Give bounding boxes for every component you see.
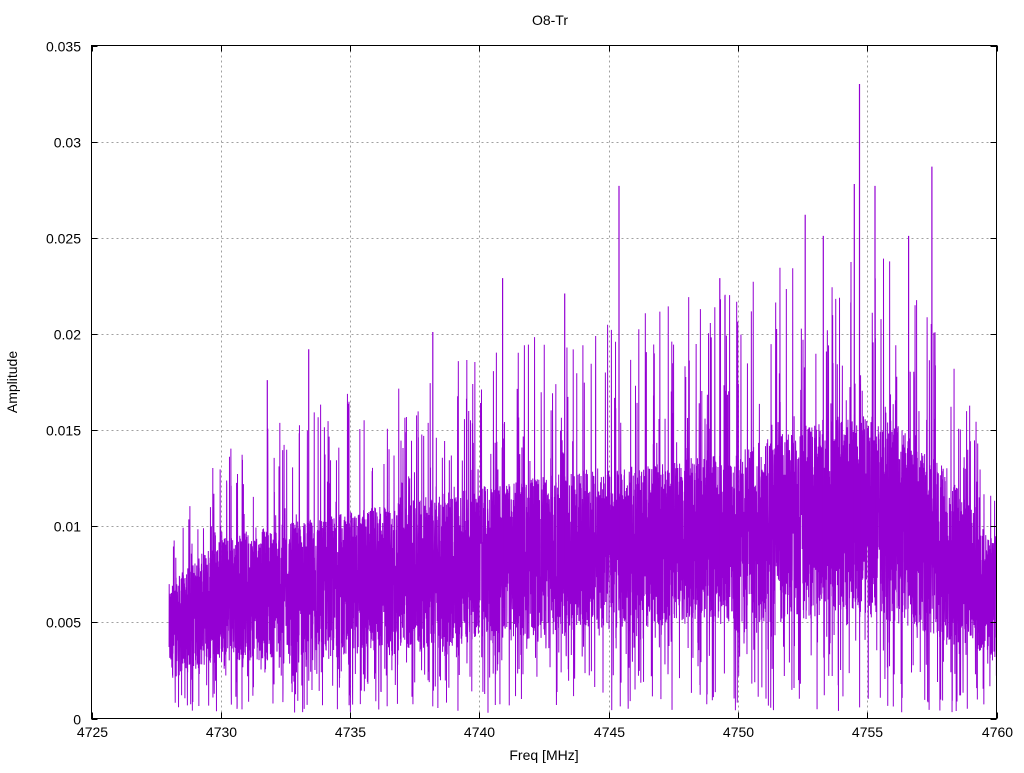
x-tick-label: 4755: [852, 724, 883, 740]
chart: O8-Tr 4725 4730 4735 4740 4745 4750 4755 4760 0 0…: [4, 12, 1013, 763]
x-tick-label: 4760: [982, 724, 1013, 740]
y-tick-label: 0.02: [54, 327, 81, 343]
chart-title: O8-Tr: [532, 12, 568, 28]
x-tick-label: 4735: [335, 724, 366, 740]
x-tick-label: 4725: [77, 724, 108, 740]
series-O8-Tr: [168, 83, 997, 713]
y-tick-label: 0.005: [46, 615, 81, 631]
x-axis-label: Freq [MHz]: [509, 747, 578, 763]
y-axis-label: Amplitude: [4, 351, 20, 413]
y-tick-label: 0: [73, 712, 81, 728]
x-tick-label: 4750: [723, 724, 754, 740]
x-tick-label: 4740: [464, 724, 495, 740]
y-tick-label: 0.015: [46, 423, 81, 439]
y-tick-label: 0.035: [46, 39, 81, 55]
x-tick-label: 4745: [594, 724, 625, 740]
y-tick-label: 0.01: [54, 519, 81, 535]
y-tick-label: 0.025: [46, 231, 81, 247]
x-tick-label: 4730: [206, 724, 237, 740]
series-line: [168, 258, 997, 713]
y-tick-label: 0.03: [54, 135, 81, 151]
